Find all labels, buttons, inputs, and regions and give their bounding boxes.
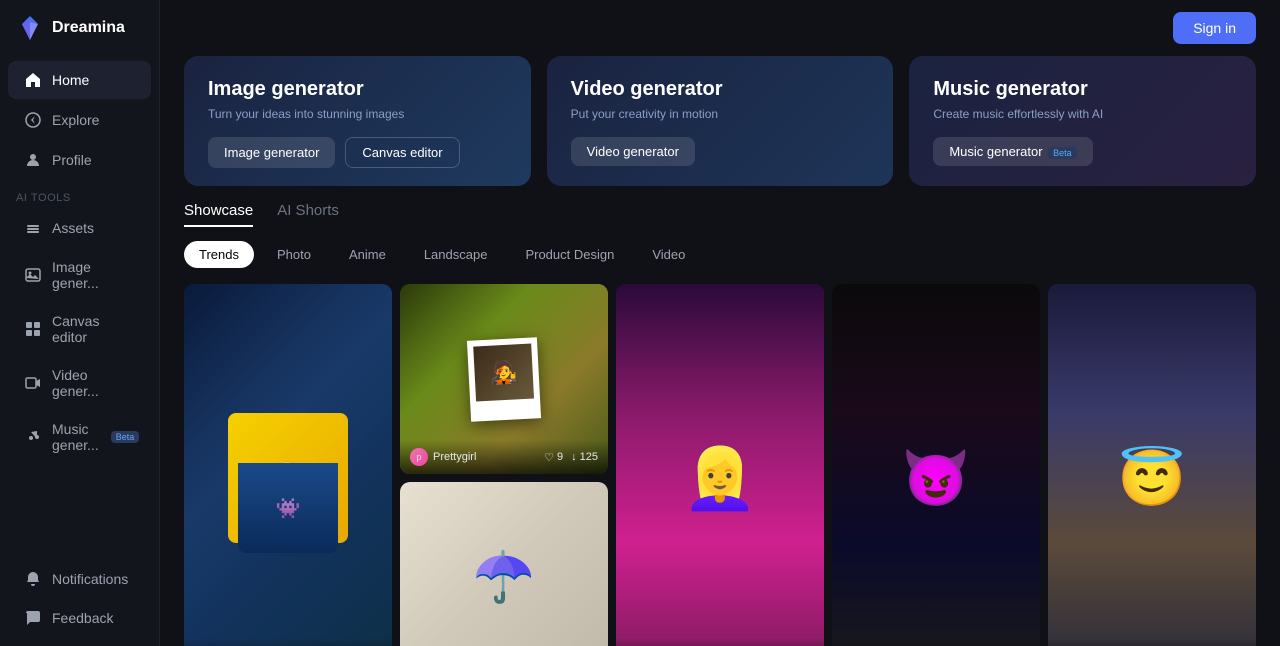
logo[interactable]: Dreamina — [0, 0, 159, 56]
filter-trends[interactable]: Trends — [184, 241, 254, 268]
sidebar-nav-notifications-label: Notifications — [52, 571, 128, 587]
filter-tabs: Trends Photo Anime Landscape Product Des… — [184, 241, 1256, 268]
filter-video[interactable]: Video — [637, 241, 700, 268]
sidebar-nav-canvas-label: Canvas editor — [52, 313, 135, 345]
grid-item-angel[interactable]: 😇 p Poppy ♡52 ↓497 — [1048, 284, 1256, 646]
filter-anime[interactable]: Anime — [334, 241, 401, 268]
sign-in-button[interactable]: Sign in — [1173, 12, 1256, 44]
layers-icon — [24, 219, 42, 237]
user-icon — [24, 151, 42, 169]
image-gen-desc: Turn your ideas into stunning images — [208, 107, 507, 121]
generator-cards: Image generator Turn your ideas into stu… — [160, 56, 1280, 202]
filter-photo[interactable]: Photo — [262, 241, 326, 268]
showcase-area: Showcase AI Shorts Trends Photo Anime La… — [160, 202, 1280, 646]
music-icon — [24, 428, 42, 446]
image-generator-button[interactable]: Image generator — [208, 137, 335, 168]
sidebar-nav-home[interactable]: Home — [8, 61, 151, 99]
video-generator-card: Video generator Put your creativity in m… — [547, 56, 894, 186]
sidebar: Dreamina Home Explore Profile AI tools A… — [0, 0, 160, 646]
logo-icon — [16, 14, 44, 42]
image-grid: 🧽 🟡 👾 d diRa ♡ 34 — [184, 284, 1256, 646]
sidebar-nav-music-gen[interactable]: Music gener... Beta — [8, 411, 151, 463]
video-gen-buttons: Video generator — [571, 137, 870, 166]
sidebar-nav-video-gen-label: Video gener... — [52, 367, 135, 399]
video-generator-button[interactable]: Video generator — [571, 137, 695, 166]
author-name-prettygirl: Prettygirl — [433, 451, 476, 463]
sidebar-nav-assets-label: Assets — [52, 220, 94, 236]
image-generator-card: Image generator Turn your ideas into stu… — [184, 56, 531, 186]
tab-showcase[interactable]: Showcase — [184, 202, 253, 227]
sidebar-nav-explore-label: Explore — [52, 112, 99, 128]
sidebar-nav-assets[interactable]: Assets — [8, 209, 151, 247]
sidebar-nav-music-gen-label: Music gener... — [52, 421, 99, 453]
music-generator-card: Music generator Create music effortlessl… — [909, 56, 1256, 186]
ai-tools-label: AI tools — [0, 180, 159, 208]
music-generator-button[interactable]: Music generator Beta — [933, 137, 1092, 166]
card-footer-angel: p Poppy ♡52 ↓497 — [1048, 638, 1256, 646]
canvas-editor-button[interactable]: Canvas editor — [345, 137, 459, 168]
grid-item-demon[interactable]: 😈 C ♡11 ↓132 — [832, 284, 1040, 646]
sidebar-nav-feedback[interactable]: Feedback — [8, 599, 151, 637]
video-gen-title: Video generator — [571, 78, 870, 101]
bell-icon — [24, 570, 42, 588]
music-gen-buttons: Music generator Beta — [933, 137, 1232, 166]
sidebar-nav-explore[interactable]: Explore — [8, 101, 151, 139]
video-gen-desc: Put your creativity in motion — [571, 107, 870, 121]
downloads-polaroid: ↓125 — [571, 451, 598, 463]
card-footer-demon: C ♡11 ↓132 — [832, 638, 1040, 646]
grid-item-polaroid[interactable]: 🧑‍🎤 p Prettygirl ♡9 ↓125 — [400, 284, 608, 474]
logo-text: Dreamina — [52, 19, 125, 37]
card-footer-polaroid: p Prettygirl ♡9 ↓125 — [400, 440, 608, 474]
music-gen-title: Music generator — [933, 78, 1232, 101]
compass-icon — [24, 111, 42, 129]
showcase-tabs: Showcase AI Shorts — [184, 202, 1256, 227]
message-icon — [24, 609, 42, 627]
sidebar-nav-home-label: Home — [52, 72, 89, 88]
sidebar-nav-canvas[interactable]: Canvas editor — [8, 303, 151, 355]
music-beta-badge: Beta — [111, 431, 140, 443]
sidebar-nav-notifications[interactable]: Notifications — [8, 560, 151, 598]
music-gen-beta-badge: Beta — [1048, 147, 1077, 159]
image-gen-title: Image generator — [208, 78, 507, 101]
sidebar-bottom: Notifications Feedback — [0, 559, 159, 646]
grid-icon — [24, 320, 42, 338]
grid-item-umbrella[interactable]: ☂️ — [400, 482, 608, 646]
card-footer-barbie: j jan 🔮 ♡12 ↓68 — [616, 638, 824, 646]
image-icon — [24, 266, 42, 284]
card-stats-polaroid: ♡9 ↓125 — [544, 451, 598, 464]
card-footer-sponge: d diRa ♡ 34 ↓ 363 — [184, 638, 392, 646]
avatar-prettygirl: p — [410, 448, 428, 466]
sidebar-nav-profile[interactable]: Profile — [8, 141, 151, 179]
main-content: Sign in Image generator Turn your ideas … — [160, 0, 1280, 646]
music-gen-desc: Create music effortlessly with AI — [933, 107, 1232, 121]
tab-ai-shorts[interactable]: AI Shorts — [277, 202, 339, 227]
home-icon — [24, 71, 42, 89]
filter-product-design[interactable]: Product Design — [510, 241, 629, 268]
likes-polaroid: ♡9 — [544, 451, 563, 464]
sidebar-nav-profile-label: Profile — [52, 152, 92, 168]
video-icon — [24, 374, 42, 392]
grid-item-sponge[interactable]: 🧽 🟡 👾 d diRa ♡ 34 — [184, 284, 392, 646]
sidebar-nav-feedback-label: Feedback — [52, 610, 113, 626]
sidebar-nav-video-gen[interactable]: Video gener... — [8, 357, 151, 409]
topbar: Sign in — [160, 0, 1280, 56]
sidebar-nav-image-gen[interactable]: Image gener... — [8, 249, 151, 301]
card-author-polaroid: p Prettygirl — [410, 448, 476, 466]
sidebar-nav-image-gen-label: Image gener... — [52, 259, 135, 291]
filter-landscape[interactable]: Landscape — [409, 241, 503, 268]
grid-item-barbie[interactable]: 👱‍♀️ j jan 🔮 ♡12 ↓68 — [616, 284, 824, 646]
image-gen-buttons: Image generator Canvas editor — [208, 137, 507, 168]
